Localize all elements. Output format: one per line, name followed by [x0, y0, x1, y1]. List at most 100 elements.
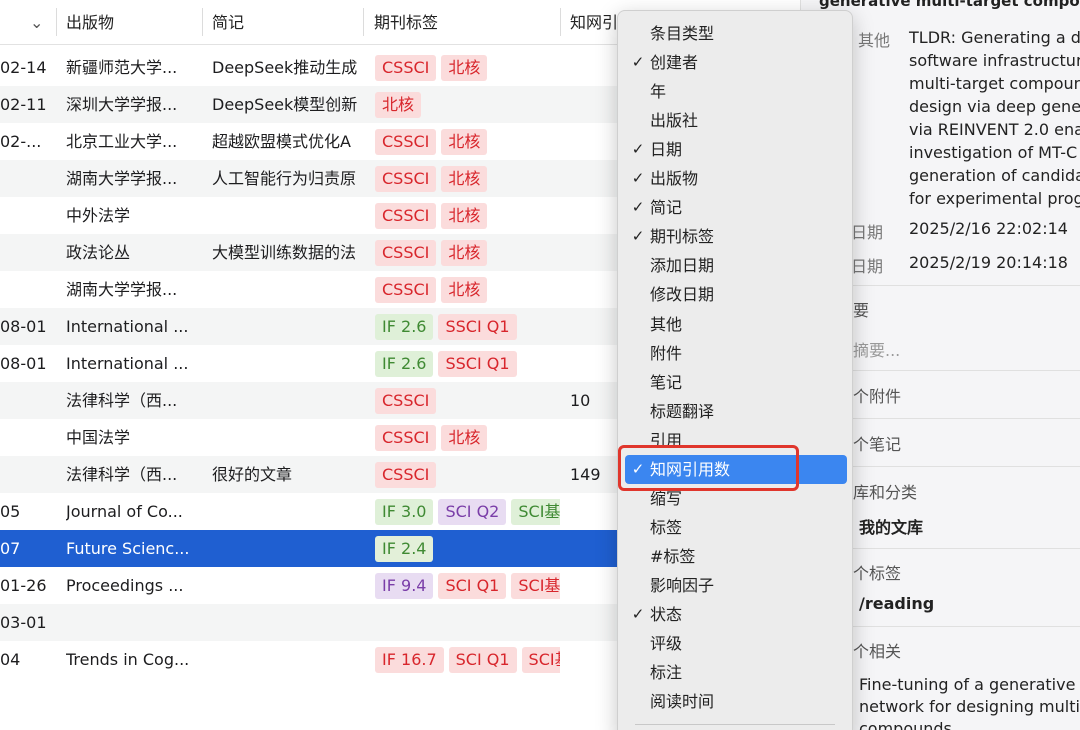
menu-item-column-18[interactable]: #标签	[625, 542, 847, 571]
cell-publication: Future Scienc...	[66, 539, 190, 558]
notes-section-header[interactable]: 个笔记	[853, 431, 901, 455]
extra-line: multi-target compoun	[909, 74, 1080, 93]
cell-publication: 新疆师范大学...	[66, 58, 178, 77]
menu-item-label: 评级	[650, 634, 683, 654]
journal-tag-badge: 北核	[441, 128, 488, 155]
menu-item-column-9[interactable]: 修改日期	[625, 280, 847, 309]
menu-item-column-2[interactable]: 年	[625, 77, 847, 106]
column-header-cnki-cites[interactable]: 知网引	[570, 0, 616, 45]
cell-cnki-cites	[570, 234, 616, 271]
cell-publication: 政法论丛	[66, 243, 131, 262]
cell-publication	[66, 604, 202, 641]
menu-item-column-5[interactable]: ✓ 出版物	[625, 164, 847, 193]
sort-chevron-down-icon[interactable]: ⌄	[30, 0, 43, 45]
menu-item-column-12[interactable]: 笔记	[625, 368, 847, 397]
cell-cnki-cites	[570, 604, 616, 641]
menu-item-column-21[interactable]: 评级	[625, 629, 847, 658]
menu-item-column-19[interactable]: 影响因子	[625, 571, 847, 600]
cell-note: DeepSeek推动生成	[212, 58, 358, 77]
menu-item-column-6[interactable]: ✓ 简记	[625, 193, 847, 222]
cell-cnki-cites	[570, 308, 616, 345]
tag-reading[interactable]: /reading	[859, 594, 934, 613]
related-item[interactable]: Fine-tuning of a generative network for d…	[859, 674, 1080, 730]
menu-item-column-13[interactable]: 标题翻译	[625, 397, 847, 426]
cell-journal-tags: CSSCI 北核	[375, 160, 560, 197]
cell-cnki-cites	[570, 160, 616, 197]
cell-date	[0, 419, 56, 456]
menu-item-label: 条目类型	[650, 24, 715, 43]
cell-note: 大模型训练数据的法	[212, 243, 357, 262]
menu-item-column-22[interactable]: 标注	[625, 658, 847, 687]
extra-line: TLDR: Generating a d	[909, 28, 1080, 47]
cell-note	[212, 567, 364, 604]
cell-publication: Trends in Cog...	[66, 650, 190, 669]
library-my-library[interactable]: 我的文库	[859, 514, 923, 538]
menu-item-column-23[interactable]: 阅读时间	[625, 687, 847, 716]
column-header-publication[interactable]: 出版物	[66, 0, 114, 45]
date-modified-label: 日期	[851, 257, 884, 276]
journal-tag-badge: CSSCI	[375, 165, 437, 192]
cell-date: 01-26	[0, 576, 47, 595]
column-divider[interactable]	[560, 8, 561, 36]
cell-journal-tags: CSSCI	[375, 456, 560, 493]
cell-cnki-cites	[570, 641, 616, 678]
journal-tag-badge: 北核	[441, 424, 488, 451]
checkmark-icon: ✓	[631, 53, 645, 72]
menu-item-column-20[interactable]: ✓ 状态	[625, 600, 847, 629]
column-header-journal-tags[interactable]: 期刊标签	[374, 0, 438, 45]
cell-journal-tags: IF 3.0 SCI Q2 SCI基	[375, 493, 560, 530]
checkmark-icon: ✓	[631, 198, 645, 217]
journal-tag-badge: SCI Q2	[438, 498, 507, 525]
extra-field-value[interactable]: TLDR: Generating a d software infrastruct…	[909, 26, 1080, 210]
menu-item-label: 添加日期	[650, 256, 715, 276]
column-divider[interactable]	[56, 8, 57, 36]
menu-item-label: 年	[650, 82, 667, 102]
cell-note: 很好的文章	[212, 465, 293, 484]
column-header-note[interactable]: 简记	[212, 0, 244, 45]
libraries-section-header[interactable]: 库和分类	[853, 479, 917, 503]
cell-date: 08-01	[0, 354, 47, 373]
cell-note: DeepSeek模型创新	[212, 95, 358, 114]
related-section-header[interactable]: 个相关	[853, 638, 901, 662]
date-added-label: 日期	[851, 223, 884, 242]
menu-item-column-10[interactable]: 其他	[625, 310, 847, 339]
menu-item-label: 修改日期	[650, 285, 715, 305]
cell-note	[212, 308, 364, 345]
checkmark-icon: ✓	[631, 140, 645, 159]
abstract-section-header[interactable]: 要	[853, 297, 869, 321]
cell-publication: 中国法学	[66, 428, 131, 447]
tags-section-header[interactable]: 个标签	[853, 560, 901, 584]
column-picker-menu: 条目类型 ✓ 创建者年出版社 ✓ 日期 ✓ 出版物 ✓ 简记 ✓ 期刊标签添加日期修改日期其他附件笔…	[617, 10, 853, 730]
cell-cnki-cites	[570, 197, 616, 234]
cell-cnki-cites	[570, 271, 616, 308]
column-divider[interactable]	[363, 8, 364, 36]
menu-item-column-11[interactable]: 附件	[625, 339, 847, 368]
menu-item-column-3[interactable]: 出版社	[625, 106, 847, 135]
cell-cnki-cites	[570, 530, 616, 567]
menu-item-column-8[interactable]: 添加日期	[625, 251, 847, 280]
cell-note	[212, 345, 364, 382]
cell-cnki-cites: 149	[570, 465, 601, 484]
cell-journal-tags: IF 2.6 SSCI Q1	[375, 345, 560, 382]
abstract-placeholder[interactable]: 摘要...	[853, 337, 900, 361]
cell-date	[0, 271, 56, 308]
cell-cnki-cites	[570, 567, 616, 604]
menu-item-column-0[interactable]: 条目类型	[625, 19, 847, 48]
menu-item-label: 标签	[650, 517, 683, 537]
menu-item-column-17[interactable]: 标签	[625, 513, 847, 542]
attachments-section-header[interactable]: 个附件	[853, 383, 901, 407]
menu-item-label: 其他	[650, 314, 683, 334]
cell-date	[0, 382, 56, 419]
related-line: compounds	[859, 719, 952, 730]
cell-cnki-cites	[570, 419, 616, 456]
cell-cnki-cites: 10	[570, 391, 591, 410]
menu-item-column-4[interactable]: ✓ 日期	[625, 135, 847, 164]
column-divider[interactable]	[202, 8, 203, 36]
menu-item-label: 标题翻译	[650, 401, 715, 421]
menu-item-column-7[interactable]: ✓ 期刊标签	[625, 222, 847, 251]
cell-journal-tags: IF 9.4 SCI Q1 SCI基	[375, 567, 560, 604]
journal-tag-badge: CSSCI	[375, 461, 437, 488]
extra-line: investigation of MT-C	[909, 143, 1078, 162]
menu-item-column-1[interactable]: ✓ 创建者	[625, 48, 847, 77]
cell-publication: 深圳大学学报...	[66, 95, 178, 114]
